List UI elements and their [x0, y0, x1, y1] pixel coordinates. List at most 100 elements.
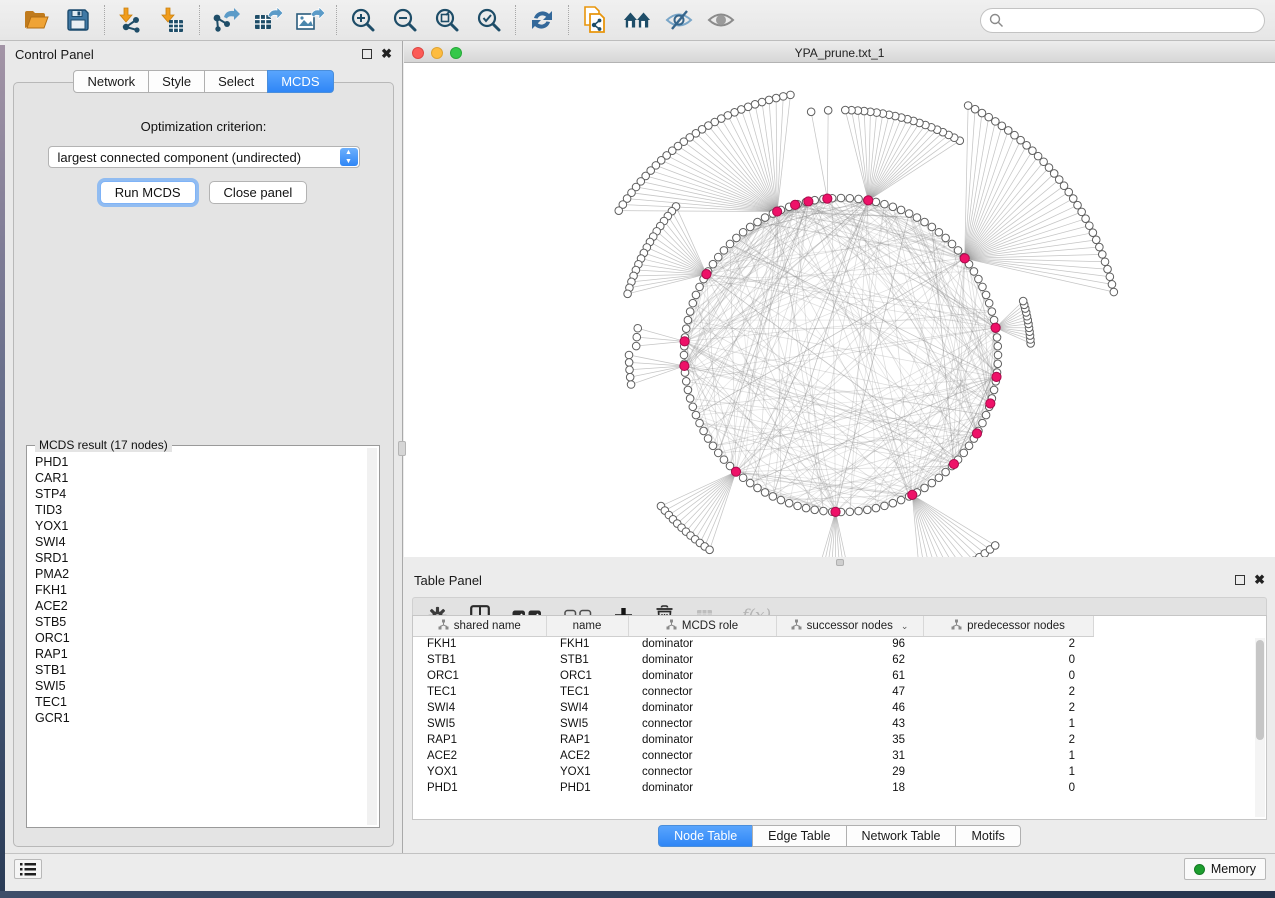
- table-row[interactable]: SWI5SWI5connector431: [413, 716, 1093, 732]
- table-cell[interactable]: dominator: [628, 780, 776, 796]
- zoom-selected-icon[interactable]: [475, 6, 503, 34]
- run-mcds-button[interactable]: Run MCDS: [100, 181, 196, 204]
- table-row[interactable]: YOX1YOX1connector291: [413, 764, 1093, 780]
- float-table-panel-icon[interactable]: [1235, 575, 1245, 585]
- list-item[interactable]: TID3: [35, 502, 367, 518]
- zoom-fit-icon[interactable]: [433, 6, 461, 34]
- float-panel-icon[interactable]: [362, 49, 372, 59]
- table-cell[interactable]: 0: [923, 780, 1093, 796]
- list-item[interactable]: PMA2: [35, 566, 367, 582]
- table-scroll-thumb[interactable]: [1256, 640, 1264, 740]
- zoom-out-icon[interactable]: [391, 6, 419, 34]
- node-table[interactable]: shared namenameMCDS rolesuccessor nodes⌄…: [413, 616, 1094, 796]
- column-header-predecessor-nodes[interactable]: predecessor nodes: [923, 616, 1093, 636]
- table-cell[interactable]: 18: [776, 780, 923, 796]
- table-cell[interactable]: dominator: [628, 668, 776, 684]
- tab-network[interactable]: Network: [73, 70, 149, 93]
- table-row[interactable]: RAP1RAP1dominator352: [413, 732, 1093, 748]
- table-cell[interactable]: YOX1: [546, 764, 628, 780]
- tab-motifs[interactable]: Motifs: [955, 825, 1020, 847]
- table-cell[interactable]: RAP1: [546, 732, 628, 748]
- table-cell[interactable]: PHD1: [413, 780, 546, 796]
- table-row[interactable]: SWI4SWI4dominator462: [413, 700, 1093, 716]
- table-scrollbar[interactable]: [1255, 638, 1265, 817]
- tab-style[interactable]: Style: [148, 70, 205, 93]
- network-canvas[interactable]: [404, 63, 1275, 557]
- list-item[interactable]: STP4: [35, 486, 367, 502]
- vertical-splitter-handle[interactable]: [398, 441, 406, 456]
- list-item[interactable]: TEC1: [35, 694, 367, 710]
- table-cell[interactable]: YOX1: [413, 764, 546, 780]
- export-network-icon[interactable]: [212, 6, 240, 34]
- table-cell[interactable]: SWI5: [413, 716, 546, 732]
- table-cell[interactable]: connector: [628, 716, 776, 732]
- table-cell[interactable]: PHD1: [546, 780, 628, 796]
- column-header-MCDS-role[interactable]: MCDS role: [628, 616, 776, 636]
- list-item[interactable]: PHD1: [35, 454, 367, 470]
- table-cell[interactable]: 0: [923, 652, 1093, 668]
- open-session-icon[interactable]: [22, 6, 50, 34]
- memory-button[interactable]: Memory: [1184, 858, 1266, 880]
- network-canvas-svg[interactable]: [404, 63, 1275, 557]
- table-row[interactable]: FKH1FKH1dominator962: [413, 636, 1093, 652]
- column-header-successor-nodes[interactable]: successor nodes⌄: [776, 616, 923, 636]
- first-neighbors-icon[interactable]: [623, 6, 651, 34]
- list-item[interactable]: YOX1: [35, 518, 367, 534]
- close-panel-icon[interactable]: ✖: [381, 49, 392, 59]
- column-header-name[interactable]: name: [546, 616, 628, 636]
- table-cell[interactable]: 47: [776, 684, 923, 700]
- table-cell[interactable]: ORC1: [546, 668, 628, 684]
- table-cell[interactable]: connector: [628, 748, 776, 764]
- tab-node-table[interactable]: Node Table: [658, 825, 753, 847]
- clone-network-icon[interactable]: [581, 6, 609, 34]
- zoom-in-icon[interactable]: [349, 6, 377, 34]
- list-item[interactable]: SWI5: [35, 678, 367, 694]
- table-cell[interactable]: 62: [776, 652, 923, 668]
- table-cell[interactable]: 1: [923, 748, 1093, 764]
- import-network-icon[interactable]: [117, 6, 145, 34]
- result-scrollbar[interactable]: [367, 448, 377, 825]
- list-item[interactable]: RAP1: [35, 646, 367, 662]
- table-cell[interactable]: 31: [776, 748, 923, 764]
- table-cell[interactable]: dominator: [628, 732, 776, 748]
- column-header-shared-name[interactable]: shared name: [413, 616, 546, 636]
- list-item[interactable]: STB5: [35, 614, 367, 630]
- table-row[interactable]: ACE2ACE2connector311: [413, 748, 1093, 764]
- table-row[interactable]: ORC1ORC1dominator610: [413, 668, 1093, 684]
- export-table-icon[interactable]: [254, 6, 282, 34]
- table-cell[interactable]: FKH1: [546, 636, 628, 652]
- table-cell[interactable]: STB1: [413, 652, 546, 668]
- table-cell[interactable]: dominator: [628, 652, 776, 668]
- tab-select[interactable]: Select: [204, 70, 268, 93]
- list-item[interactable]: ACE2: [35, 598, 367, 614]
- table-cell[interactable]: 0: [923, 668, 1093, 684]
- table-cell[interactable]: TEC1: [546, 684, 628, 700]
- close-table-panel-icon[interactable]: ✖: [1254, 575, 1265, 585]
- list-item[interactable]: FKH1: [35, 582, 367, 598]
- table-cell[interactable]: FKH1: [413, 636, 546, 652]
- table-cell[interactable]: 2: [923, 636, 1093, 652]
- tab-mcds[interactable]: MCDS: [267, 70, 333, 93]
- search-input[interactable]: [980, 8, 1265, 33]
- table-row[interactable]: STB1STB1dominator620: [413, 652, 1093, 668]
- save-session-icon[interactable]: [64, 6, 92, 34]
- table-cell[interactable]: ORC1: [413, 668, 546, 684]
- table-cell[interactable]: connector: [628, 684, 776, 700]
- table-cell[interactable]: ACE2: [546, 748, 628, 764]
- splitter-handle-icon[interactable]: [836, 559, 844, 566]
- table-cell[interactable]: 2: [923, 684, 1093, 700]
- horizontal-splitter[interactable]: [404, 557, 1275, 567]
- table-cell[interactable]: STB1: [546, 652, 628, 668]
- table-cell[interactable]: 2: [923, 732, 1093, 748]
- hide-graphics-details-icon[interactable]: [665, 6, 693, 34]
- table-cell[interactable]: 1: [923, 716, 1093, 732]
- refresh-view-icon[interactable]: [528, 6, 556, 34]
- list-item[interactable]: STB1: [35, 662, 367, 678]
- table-row[interactable]: PHD1PHD1dominator180: [413, 780, 1093, 796]
- import-table-icon[interactable]: [159, 6, 187, 34]
- table-cell[interactable]: SWI4: [546, 700, 628, 716]
- table-cell[interactable]: SWI5: [546, 716, 628, 732]
- table-cell[interactable]: SWI4: [413, 700, 546, 716]
- table-cell[interactable]: 61: [776, 668, 923, 684]
- table-cell[interactable]: 46: [776, 700, 923, 716]
